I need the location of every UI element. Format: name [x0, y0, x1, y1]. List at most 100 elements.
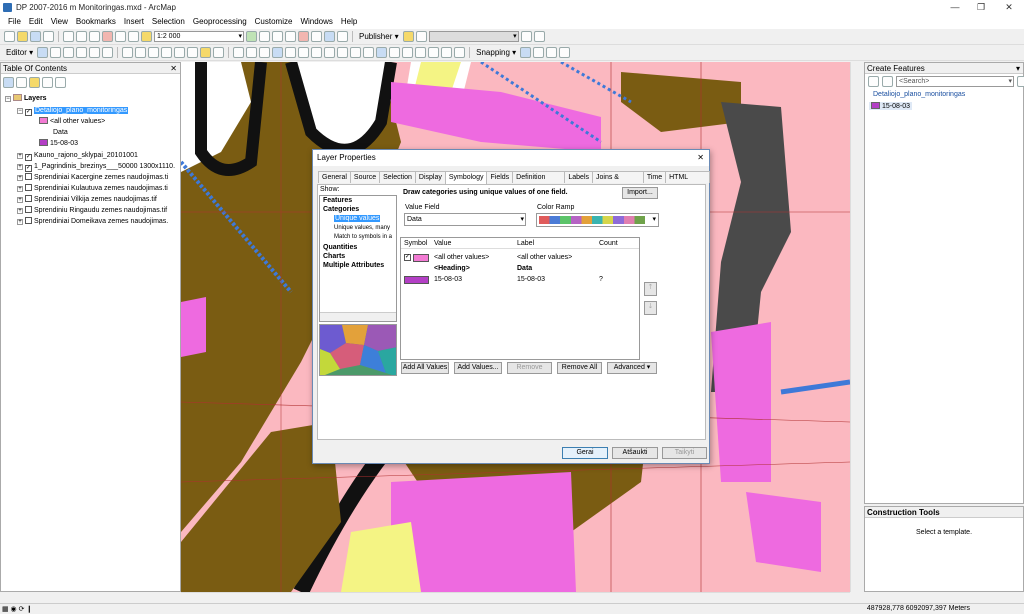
dialog-close-icon[interactable]: ✕ — [697, 150, 704, 166]
expand-icon[interactable]: + — [17, 197, 23, 203]
expand-icon[interactable]: + — [17, 164, 23, 170]
tab-general[interactable]: General — [318, 171, 351, 183]
row-visible-checkbox[interactable]: ✓ — [404, 254, 411, 261]
menu-customize[interactable]: Customize — [251, 17, 297, 26]
show-unique-values-many[interactable]: Unique values, many — [334, 225, 390, 231]
layer-visibility-checkbox[interactable] — [25, 206, 32, 213]
create-features-icon[interactable] — [213, 47, 225, 58]
clear-selection-icon[interactable] — [350, 47, 362, 58]
list-by-source-icon[interactable] — [16, 77, 27, 88]
show-quantities[interactable]: Quantities — [323, 244, 357, 251]
pan-icon[interactable] — [259, 47, 271, 58]
viewer-icon[interactable] — [454, 47, 466, 58]
show-unique-values[interactable]: Unique values — [334, 215, 381, 222]
expand-icon[interactable]: + — [17, 219, 23, 225]
point-icon[interactable] — [102, 47, 114, 58]
layer-visibility-checkbox[interactable]: ✓ — [25, 154, 32, 161]
editor-menu[interactable]: Editor ▾ — [4, 48, 35, 57]
layer-visibility-checkbox[interactable]: ✓ — [25, 165, 32, 172]
identify-icon[interactable] — [376, 47, 388, 58]
expand-icon[interactable]: + — [17, 175, 23, 181]
advanced-button[interactable]: Advanced ▾ — [607, 362, 657, 374]
collapse-icon[interactable]: − — [5, 96, 11, 102]
cancel-button[interactable]: Atšaukti — [612, 447, 658, 459]
sketch-properties-icon[interactable] — [200, 47, 212, 58]
menu-insert[interactable]: Insert — [120, 17, 148, 26]
maximize-button[interactable]: ❐ — [968, 0, 994, 14]
show-list-scrollbar[interactable] — [320, 312, 396, 321]
layer-item[interactable]: + Sprendiniai Kulautuva zemes naudojimas.… — [17, 183, 168, 194]
menu-edit[interactable]: Edit — [25, 17, 47, 26]
menu-geoprocessing[interactable]: Geoprocessing — [189, 17, 251, 26]
menu-view[interactable]: View — [47, 17, 72, 26]
col-symbol[interactable]: Symbol — [404, 240, 427, 247]
show-categories[interactable]: Categories — [323, 206, 359, 213]
menu-windows[interactable]: Windows — [296, 17, 336, 26]
layer-item[interactable]: + Sprendiniu Ringaudu zemes naudojimas.ti… — [17, 205, 167, 216]
modelbuilder-icon[interactable] — [324, 31, 335, 42]
snapping-menu[interactable]: Snapping ▾ — [474, 48, 518, 57]
tab-display[interactable]: Display — [414, 171, 446, 183]
tab-html-popup[interactable]: HTML Popup — [665, 171, 711, 193]
layer-item[interactable]: + ✓ Kauno_rajono_sklypai_20101001 — [17, 150, 138, 161]
python-icon[interactable] — [311, 31, 322, 42]
panel-pin-icon[interactable]: ▾ — [1016, 63, 1020, 74]
close-button[interactable]: ✕ — [996, 0, 1022, 14]
straight-segment-icon[interactable] — [63, 47, 75, 58]
trace-icon[interactable] — [89, 47, 101, 58]
cut-polygons-icon[interactable] — [148, 47, 160, 58]
move-down-button[interactable]: 🡓 — [644, 301, 657, 315]
layer-visibility-checkbox[interactable] — [25, 217, 32, 224]
edge-snap-icon[interactable] — [559, 47, 571, 58]
ok-button[interactable]: Gerai — [562, 447, 608, 459]
back-extent-icon[interactable] — [311, 47, 323, 58]
split-icon[interactable] — [161, 47, 173, 58]
tab-selection[interactable]: Selection — [379, 171, 416, 183]
import-button[interactable]: Import... — [622, 187, 658, 199]
add-data-icon[interactable] — [141, 31, 152, 42]
layer-visibility-checkbox[interactable] — [25, 173, 32, 180]
redo-icon[interactable] — [128, 31, 139, 42]
cut-icon[interactable] — [63, 31, 74, 42]
apply-button[interactable]: Taikyti — [662, 447, 707, 459]
help-icon[interactable] — [337, 31, 348, 42]
map-vertical-scrollbar[interactable] — [850, 62, 862, 592]
tab-source[interactable]: Source — [349, 171, 381, 183]
tab-time[interactable]: Time — [642, 171, 667, 183]
save-icon[interactable] — [30, 31, 41, 42]
undo-icon[interactable] — [115, 31, 126, 42]
edit-vertices-icon[interactable] — [122, 47, 134, 58]
tab-joins-relates[interactable]: Joins & Relates — [592, 171, 644, 193]
layer-item[interactable]: + Sprendiniai Vilkija zemes naudojimas.ti… — [17, 194, 157, 205]
table-row[interactable]: ✓ <all other values> <all other values> — [401, 252, 639, 263]
table-row[interactable]: <Heading> Data — [401, 263, 639, 274]
legend-other-values[interactable]: <all other values> — [39, 116, 105, 127]
forward-extent-icon[interactable] — [324, 47, 336, 58]
move-up-button[interactable]: 🡑 — [644, 282, 657, 296]
col-label[interactable]: Label — [517, 240, 534, 247]
value-field-select[interactable]: Data — [404, 213, 526, 226]
full-extent-icon[interactable] — [272, 47, 284, 58]
layer-visibility-checkbox[interactable] — [25, 184, 32, 191]
open-icon[interactable] — [17, 31, 28, 42]
hyperlink-icon[interactable] — [415, 47, 427, 58]
layer-tool2-icon[interactable] — [533, 31, 545, 42]
layer-tool-icon[interactable] — [520, 31, 532, 42]
menu-file[interactable]: File — [4, 17, 25, 26]
fixed-zoom-out-icon[interactable] — [298, 47, 310, 58]
layer-detaliojo[interactable]: − ✓ Detaliojo_plano_monitoringas — [17, 105, 129, 116]
search-icon[interactable] — [285, 31, 296, 42]
zoom-out-icon[interactable] — [246, 47, 258, 58]
show-features[interactable]: Features — [323, 197, 352, 204]
delete-icon[interactable] — [102, 31, 113, 42]
home-icon[interactable] — [402, 31, 414, 42]
time-slider-icon[interactable] — [441, 47, 453, 58]
list-by-selection-icon[interactable] — [42, 77, 53, 88]
select-elements-icon[interactable] — [363, 47, 375, 58]
select-features-icon[interactable] — [337, 47, 349, 58]
arctoolbox-icon[interactable] — [298, 31, 309, 42]
layer-item[interactable]: + ✓ 1_Pagrindinis_brezinys___50000 1300x11… — [17, 161, 175, 172]
scale-combo[interactable]: 1:2 000 — [154, 31, 244, 42]
new-icon[interactable] — [4, 31, 15, 42]
end-snap-icon[interactable] — [533, 47, 545, 58]
